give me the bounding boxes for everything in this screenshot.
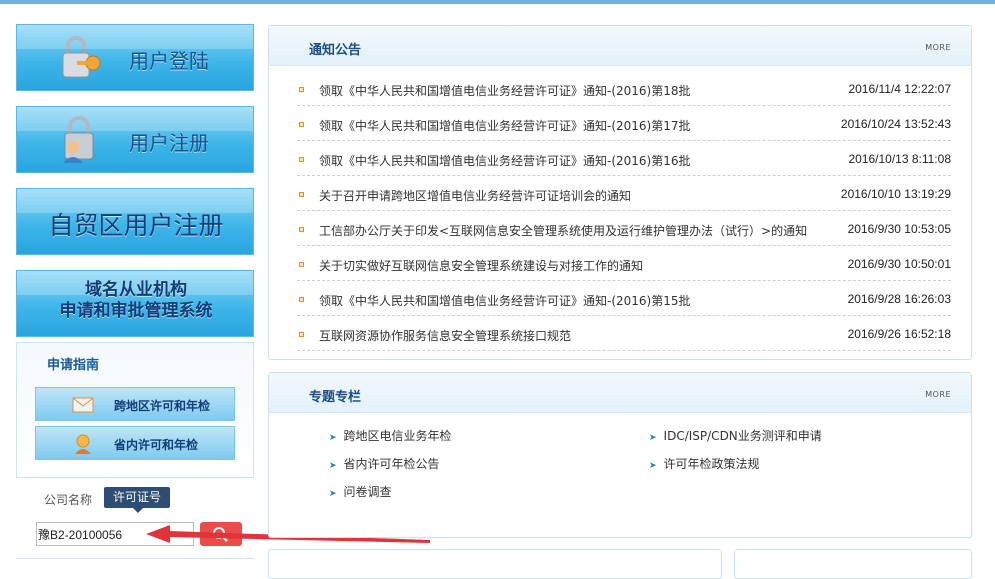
- topics-more-link[interactable]: MORE: [925, 390, 951, 399]
- bullet-icon: [299, 87, 304, 92]
- notice-row[interactable]: 领取《中华人民共和国增值电信业务经营许可证》通知-(2016)第18批 2016/…: [297, 71, 951, 106]
- register-label: 用户注册: [129, 131, 209, 155]
- notice-row-title[interactable]: 关于召开申请跨地区增值电信业务经营许可证培训会的通知: [319, 187, 631, 204]
- cross-region-license-button[interactable]: 跨地区许可和年检: [35, 387, 235, 421]
- notice-row-title[interactable]: 互联网资源协作服务信息安全管理系统接口规范: [319, 327, 571, 344]
- notice-row-date: 2016/10/10 13:19:29: [840, 187, 951, 201]
- application-guide: 申请指南 跨地区许可和年检 省内许可和年检: [16, 342, 254, 478]
- bullet-icon: [299, 227, 304, 232]
- notice-row-date: 2016/9/30 10:53:05: [847, 222, 951, 236]
- notice-row-title[interactable]: 关于切实做好互联网信息安全管理系统建设与对接工作的通知: [319, 257, 643, 274]
- topic-label: 许可年检政策法规: [663, 457, 760, 471]
- cross-region-license-label: 跨地区许可和年检: [114, 399, 211, 413]
- notice-row-date: 2016/10/13 8:11:08: [848, 152, 951, 166]
- bullet-icon: [299, 157, 304, 162]
- notice-row[interactable]: 关于召开申请跨地区增值电信业务经营许可证培训会的通知 2016/10/10 13:…: [297, 176, 951, 211]
- left-column-divider: [16, 558, 254, 568]
- tab-company-name[interactable]: 公司名称: [44, 491, 92, 508]
- topic-label: IDC/ISP/CDN业务测评和申请: [663, 429, 822, 443]
- notice-row-date: 2016/9/26 16:52:18: [847, 327, 951, 341]
- provincial-license-label: 省内许可和年检: [114, 438, 199, 452]
- topic-cross-region-inspection[interactable]: ➤ 跨地区电信业务年检: [329, 427, 452, 444]
- notice-row[interactable]: 工信部办公厅关于印发<互联网信息安全管理系统使用及运行维护管理办法（试行）>的通…: [297, 211, 951, 246]
- notice-row-title[interactable]: 领取《中华人民共和国增值电信业务经营许可证》通知-(2016)第17批: [319, 117, 691, 134]
- bottom-panel-left: [268, 549, 722, 579]
- notice-more-link[interactable]: MORE: [925, 43, 951, 52]
- domain-system-banner[interactable]: 域名从业机构 申请和审批管理系统: [16, 270, 254, 337]
- notice-row[interactable]: 领取《中华人民共和国增值电信业务经营许可证》通知-(2016)第16批 2016/…: [297, 141, 951, 176]
- search-icon: [213, 527, 228, 542]
- topic-label: 跨地区电信业务年检: [343, 429, 452, 443]
- search-button[interactable]: [200, 522, 242, 546]
- bottom-panel-right: [734, 549, 972, 579]
- guide-title: 申请指南: [47, 358, 100, 373]
- lock-key-icon: [62, 36, 101, 78]
- domain-system-line1: 域名从业机构: [85, 280, 187, 300]
- notice-panel: 通知公告 MORE 领取《中华人民共和国增值电信业务经营许可证》通知-(2016…: [268, 25, 972, 360]
- notice-row-title[interactable]: 领取《中华人民共和国增值电信业务经营许可证》通知-(2016)第18批: [319, 82, 691, 99]
- topic-policy[interactable]: ➤ 许可年检政策法规: [649, 455, 760, 472]
- notice-row-date: 2016/11/4 12:22:07: [848, 82, 951, 96]
- topics-title: 专题专栏: [309, 390, 362, 405]
- register-banner[interactable]: 用户注册: [16, 106, 254, 173]
- bullet-icon: [299, 262, 304, 267]
- notice-row-title[interactable]: 领取《中华人民共和国增值电信业务经营许可证》通知-(2016)第15批: [319, 292, 691, 309]
- notice-header: 通知公告 MORE: [269, 26, 971, 66]
- topic-provincial-announcement[interactable]: ➤ 省内许可年检公告: [329, 455, 440, 472]
- login-banner[interactable]: 用户登陆: [16, 24, 254, 91]
- notice-title: 通知公告: [309, 43, 362, 58]
- bullet-icon: [299, 332, 304, 337]
- left-column: 用户登陆 用户注册 自贸区用户注册 域名从业机构 申请和审批管理系统 申请指南 …: [16, 24, 254, 559]
- topics-header: 专题专栏 MORE: [269, 373, 971, 413]
- provincial-license-button[interactable]: 省内许可和年检: [35, 426, 235, 460]
- bullet-icon: [299, 192, 304, 197]
- topic-idc-isp-cdn[interactable]: ➤ IDC/ISP/CDN业务测评和申请: [649, 427, 822, 444]
- chevron-right-icon: ➤: [329, 489, 337, 499]
- bullet-icon: [299, 297, 304, 302]
- topic-survey[interactable]: ➤ 问卷调查: [329, 483, 392, 500]
- notice-row[interactable]: 领取《中华人民共和国增值电信业务经营许可证》通知-(2016)第15批 2016/…: [297, 281, 951, 316]
- topic-label: 省内许可年检公告: [343, 457, 440, 471]
- topics-panel: 专题专栏 MORE ➤ 跨地区电信业务年检 ➤ IDC/ISP/CDN业务测评和申请…: [268, 372, 972, 538]
- ftz-register-banner[interactable]: 自贸区用户注册: [16, 188, 254, 255]
- envelope-icon: [72, 397, 94, 413]
- notice-row[interactable]: 领取《中华人民共和国增值电信业务经营许可证》通知-(2016)第17批 2016/…: [297, 106, 951, 141]
- license-number-input[interactable]: [36, 522, 194, 546]
- chevron-right-icon: ➤: [329, 433, 337, 443]
- domain-system-label: 域名从业机构 申请和审批管理系统: [17, 280, 253, 322]
- top-rule: [0, 0, 995, 4]
- notice-row[interactable]: 互联网资源协作服务信息安全管理系统接口规范 2016/9/26 16:52:18: [297, 316, 951, 351]
- login-label: 用户登陆: [129, 49, 209, 73]
- notice-row-date: 2016/9/28 16:26:03: [847, 292, 951, 306]
- notice-row[interactable]: 关于切实做好互联网信息安全管理系统建设与对接工作的通知 2016/9/30 10:…: [297, 246, 951, 281]
- tab-license-number[interactable]: 许可证号: [104, 487, 170, 513]
- notice-row-date: 2016/9/30 10:50:01: [847, 257, 951, 271]
- notice-row-date: 2016/10/24 13:52:43: [840, 117, 951, 131]
- notice-row-title[interactable]: 领取《中华人民共和国增值电信业务经营许可证》通知-(2016)第16批: [319, 152, 691, 169]
- chevron-right-icon: ➤: [649, 433, 657, 443]
- user-lock-icon: [63, 116, 94, 163]
- topic-label: 问卷调查: [343, 485, 392, 499]
- bullet-icon: [299, 122, 304, 127]
- domain-system-line2: 申请和审批管理系统: [59, 301, 213, 321]
- license-search: 公司名称 许可证号: [16, 486, 254, 566]
- chevron-right-icon: ➤: [649, 461, 657, 471]
- ftz-register-label: 自贸区用户注册: [48, 211, 224, 240]
- notice-row-title[interactable]: 工信部办公厅关于印发<互联网信息安全管理系统使用及运行维护管理办法（试行）>的通…: [319, 222, 807, 239]
- notice-list: 领取《中华人民共和国增值电信业务经营许可证》通知-(2016)第18批 2016/…: [297, 71, 951, 351]
- person-icon: [75, 434, 91, 454]
- chevron-right-icon: ➤: [329, 461, 337, 471]
